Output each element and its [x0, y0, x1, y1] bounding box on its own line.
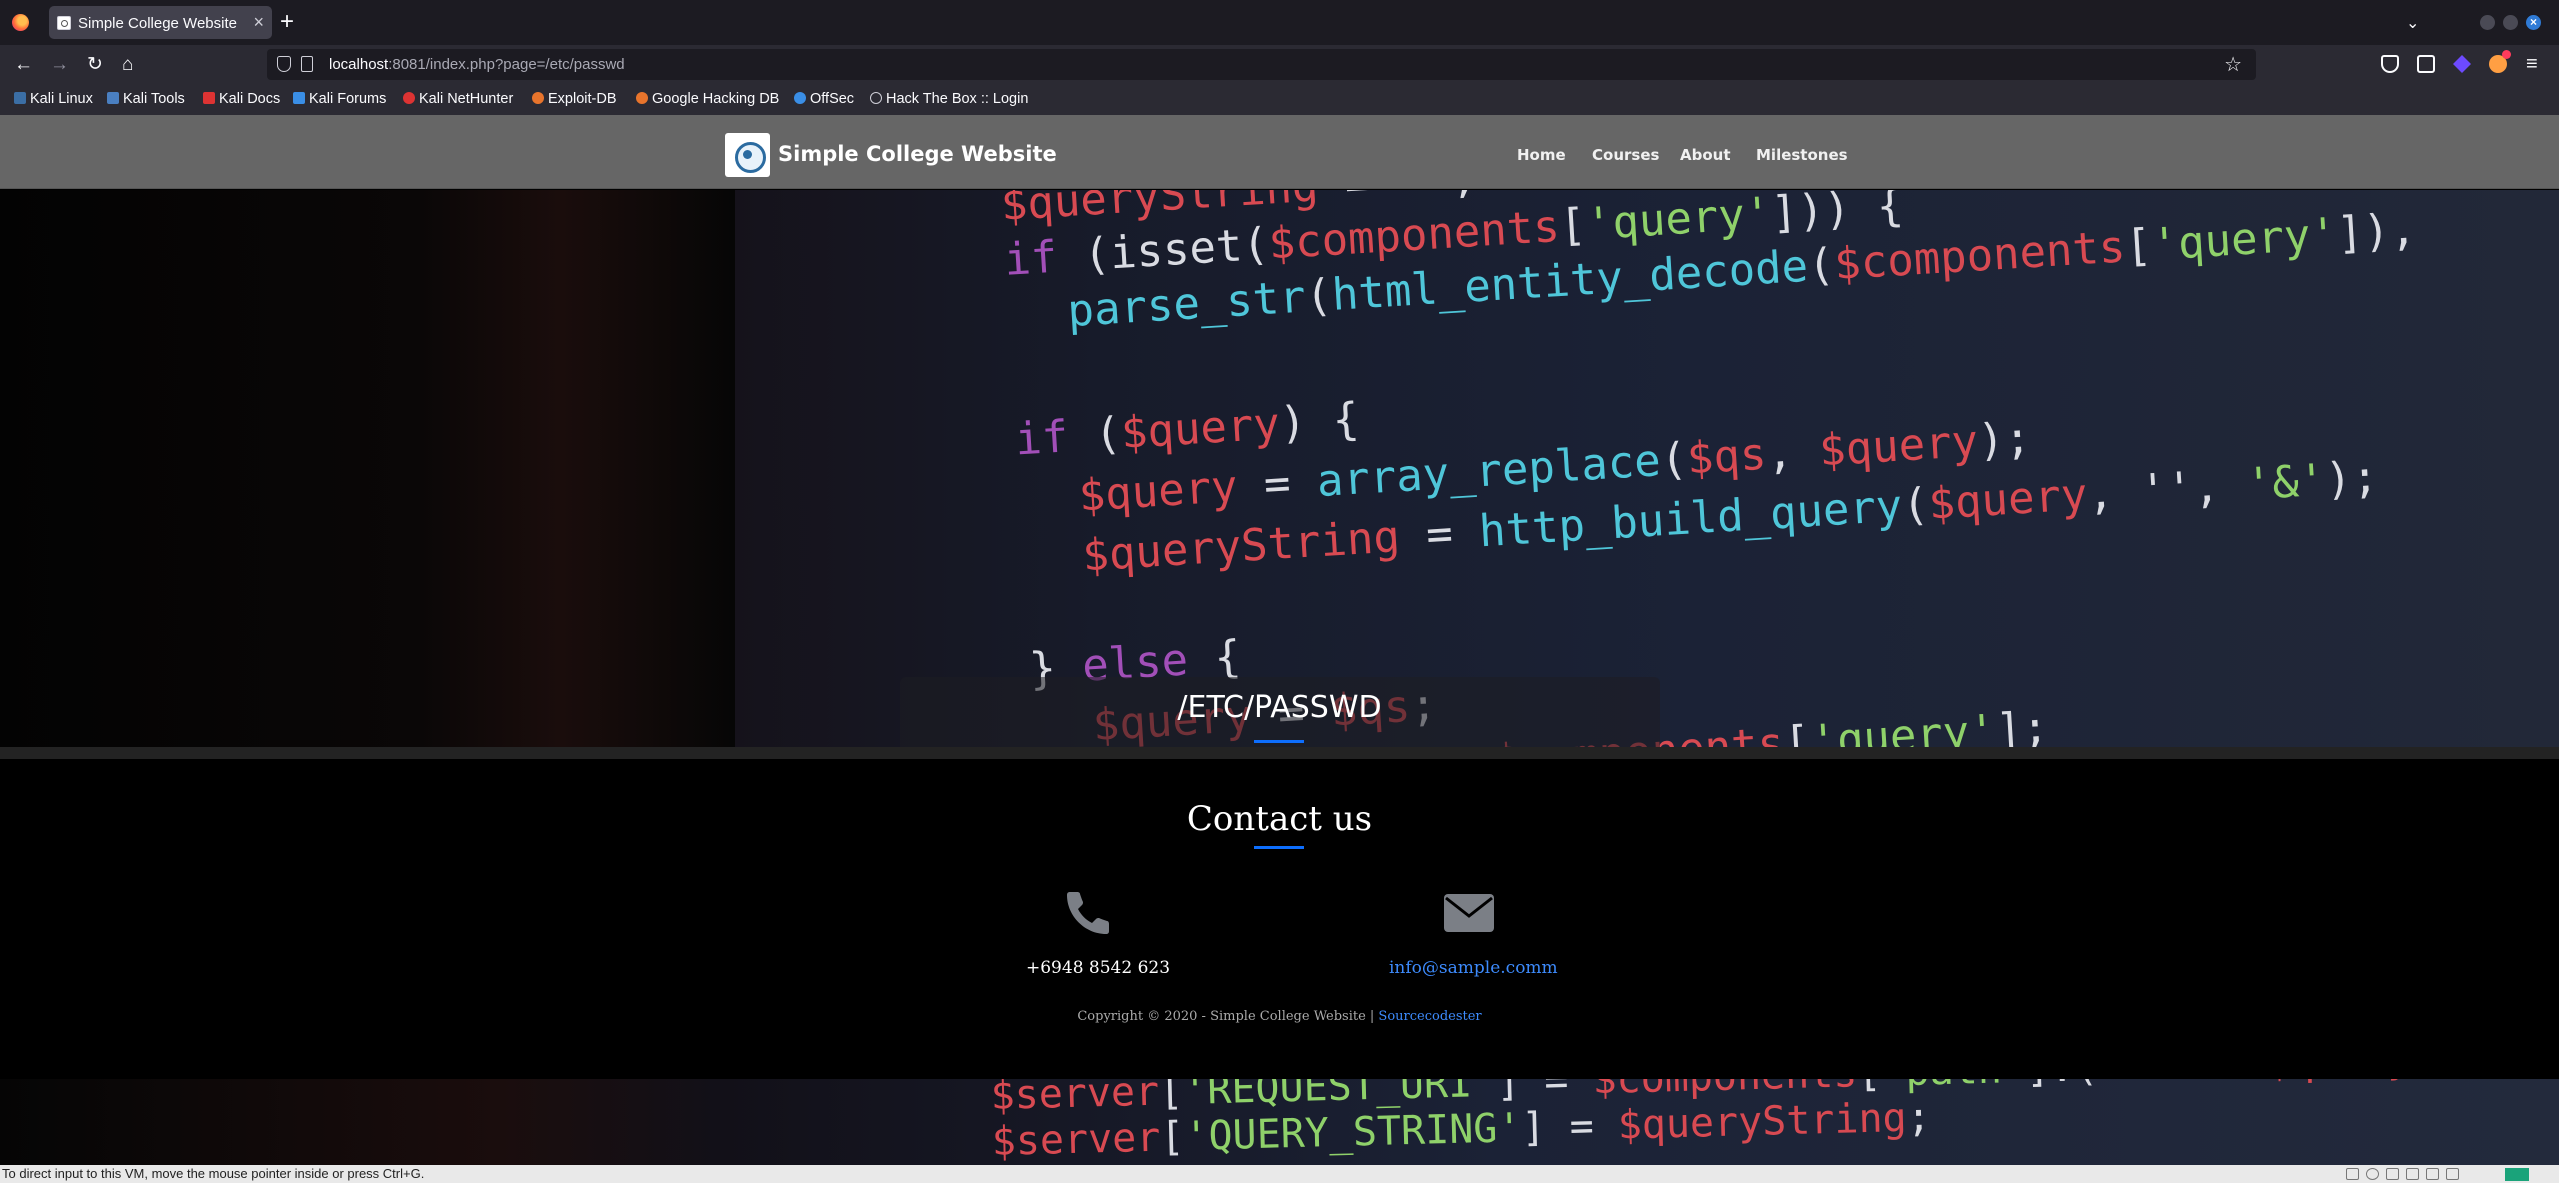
- college-logo-icon[interactable]: [725, 133, 770, 177]
- bookmark-kali-tools[interactable]: Kali Tools: [107, 91, 185, 107]
- site-navbar: Simple College Website Home Courses Abou…: [0, 115, 2559, 189]
- proton-vpn-icon[interactable]: [2453, 55, 2471, 73]
- kali-forums-icon: [293, 92, 305, 104]
- bookmark-label: Kali Forums: [309, 91, 387, 107]
- bookmarks-toolbar: Kali Linux Kali Tools Kali Docs Kali For…: [0, 85, 2559, 115]
- active-tab[interactable]: Simple College Website ×: [49, 6, 272, 39]
- phone-icon: [1067, 892, 1109, 934]
- shared-folder-icon[interactable]: [2426, 1168, 2439, 1180]
- menu-home[interactable]: Home: [1517, 146, 1566, 164]
- bookmark-label: Kali Linux: [30, 91, 93, 107]
- copyright-prefix: Copyright © 2020 - Simple College Websit…: [1077, 1009, 1379, 1024]
- title-underline: [1254, 740, 1304, 743]
- menu-icon[interactable]: ≡: [2526, 54, 2544, 74]
- bookmark-offsec[interactable]: OffSec: [794, 91, 854, 107]
- url-text[interactable]: localhost:8081/index.php?page=/etc/passw…: [329, 56, 625, 73]
- back-icon[interactable]: ←: [14, 54, 33, 76]
- navigation-toolbar: ← → ↻ ⌂ localhost:8081/index.php?page=/e…: [0, 45, 2559, 85]
- extensions-icon[interactable]: [2417, 55, 2435, 73]
- bookmark-kali-linux[interactable]: Kali Linux: [14, 91, 93, 107]
- offsec-icon: [794, 92, 806, 104]
- bookmark-label: OffSec: [810, 91, 855, 107]
- bookmark-exploit-db[interactable]: Exploit-DB: [532, 91, 617, 107]
- home-icon[interactable]: ⌂: [122, 54, 133, 76]
- address-bar[interactable]: localhost:8081/index.php?page=/etc/passw…: [267, 49, 2256, 80]
- url-path: :8081/index.php?page=/etc/passwd: [388, 56, 625, 73]
- tab-bar: Simple College Website × + ⌄ ×: [0, 0, 2559, 45]
- contact-title: Contact us: [1186, 799, 1373, 839]
- bookmark-label: Kali Tools: [123, 91, 185, 107]
- section-divider: [0, 747, 2559, 759]
- site-favicon-icon: [57, 16, 71, 30]
- reload-icon[interactable]: ↻: [87, 54, 103, 76]
- bookmark-kali-forums[interactable]: Kali Forums: [293, 91, 386, 107]
- kali-icon: [14, 92, 26, 104]
- list-all-tabs-icon[interactable]: ⌄: [2406, 13, 2419, 33]
- url-host: localhost: [329, 56, 389, 73]
- globe-icon: [870, 92, 882, 104]
- nethunter-icon: [403, 92, 415, 104]
- email-link[interactable]: info@sample.comm: [1389, 958, 1558, 978]
- web-page: Simple College Website Home Courses Abou…: [0, 115, 2559, 1165]
- minimize-button[interactable]: [2480, 15, 2495, 30]
- new-tab-button[interactable]: +: [280, 9, 294, 35]
- menu-about[interactable]: About: [1680, 146, 1731, 164]
- bookmark-label: Google Hacking DB: [652, 91, 780, 107]
- bookmark-hack-the-box[interactable]: Hack The Box :: Login: [870, 91, 1028, 107]
- envelope-icon: [1444, 894, 1494, 932]
- tracking-protection-icon[interactable]: [277, 56, 291, 72]
- host-key-indicator-icon[interactable]: [2505, 1168, 2529, 1181]
- forward-icon[interactable]: →: [50, 54, 69, 76]
- sourcecodester-link[interactable]: Sourcecodester: [1378, 1009, 1481, 1024]
- phone-number: +6948 8542 623: [1026, 958, 1171, 978]
- hero-banner: $queryString = ''; if (isset($components…: [0, 190, 2559, 747]
- vm-status-text: To direct input to this VM, move the mou…: [2, 1166, 425, 1181]
- bookmark-google-hacking-db[interactable]: Google Hacking DB: [636, 91, 779, 107]
- copyright-text: Copyright © 2020 - Simple College Websit…: [0, 1009, 2559, 1024]
- hdd-icon[interactable]: [2346, 1168, 2359, 1180]
- code-background-image: $queryString = ''; if (isset($components…: [999, 190, 2418, 747]
- bookmark-star-icon[interactable]: ☆: [2224, 52, 2242, 77]
- bookmark-kali-nethunter[interactable]: Kali NetHunter: [403, 91, 513, 107]
- page-info-icon[interactable]: [301, 56, 313, 72]
- menu-milestones[interactable]: Milestones: [1756, 146, 1848, 164]
- account-icon[interactable]: [2489, 50, 2511, 73]
- maximize-button[interactable]: [2503, 15, 2518, 30]
- kali-docs-icon: [203, 92, 215, 104]
- site-brand[interactable]: Simple College Website: [778, 142, 1057, 166]
- exploit-db-icon: [532, 92, 544, 104]
- tab-close-icon[interactable]: ×: [253, 12, 264, 32]
- bottom-code-background: $server['REQUEST_URI'] = $components['pa…: [0, 1079, 2559, 1165]
- tab-title: Simple College Website: [78, 15, 237, 32]
- kali-tools-icon: [107, 92, 119, 104]
- contact-section: Contact us +6948 8542 623 info@sample.co…: [0, 759, 2559, 1079]
- menu-courses[interactable]: Courses: [1592, 146, 1659, 164]
- optical-drive-icon[interactable]: [2366, 1168, 2379, 1180]
- bookmark-kali-docs[interactable]: Kali Docs: [203, 91, 280, 107]
- bookmark-label: Hack The Box :: Login: [886, 91, 1029, 107]
- bookmark-label: Kali NetHunter: [419, 91, 514, 107]
- contact-underline: [1254, 846, 1304, 849]
- firefox-icon[interactable]: [12, 14, 29, 31]
- bookmark-label: Kali Docs: [219, 91, 281, 107]
- vm-device-icons: [2346, 1167, 2526, 1181]
- network-icon[interactable]: [2406, 1168, 2419, 1180]
- ghdb-icon: [636, 92, 648, 104]
- hero-dark-area: [0, 190, 735, 747]
- audio-icon[interactable]: [2446, 1168, 2459, 1180]
- pocket-icon[interactable]: [2381, 55, 2399, 73]
- close-window-button[interactable]: ×: [2526, 15, 2541, 30]
- bookmark-label: Exploit-DB: [548, 91, 617, 107]
- page-title: /ETC/PASSWD: [1177, 690, 1382, 725]
- vm-status-bar: To direct input to this VM, move the mou…: [0, 1165, 2559, 1183]
- usb-icon[interactable]: [2386, 1168, 2399, 1180]
